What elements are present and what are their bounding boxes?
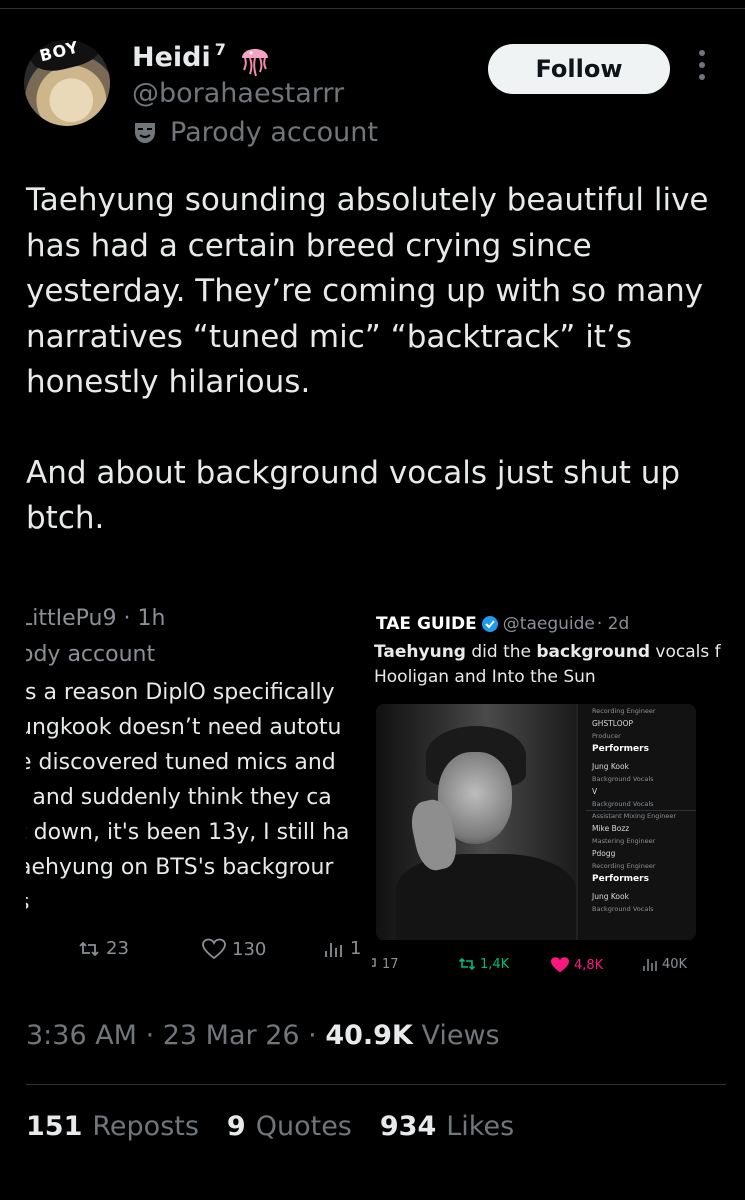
- quoted-reply-stat: 17: [372, 956, 399, 972]
- quoted-time: · 2d: [596, 614, 630, 634]
- credit-name: V: [592, 787, 598, 796]
- tweet-paragraph-1: Taehyung sounding absolutely beautiful l…: [26, 182, 709, 400]
- reply-icon: [372, 958, 376, 967]
- quoted-retweet-count: 1,4K: [480, 956, 510, 972]
- credit-head: Performers: [592, 744, 649, 754]
- embedded-line: ; and suddenly think they ca: [26, 785, 332, 810]
- embedded-retweet-count: 23: [106, 938, 129, 959]
- quoted-text-bold-2: background: [536, 642, 651, 662]
- avatar[interactable]: BOY: [24, 40, 110, 126]
- credit-role: Assistant Mixing Engineer: [592, 812, 677, 820]
- timestamp-time: 3:36 AM: [26, 1020, 137, 1051]
- embedded-retweet-stat: 23: [78, 938, 129, 959]
- reposts-count[interactable]: 151 Reposts: [26, 1111, 199, 1142]
- quoted-handle: @taeguide: [502, 614, 595, 634]
- quoted-retweet-stat: 1,4K: [458, 956, 509, 972]
- views-count: 40.9K: [325, 1020, 413, 1051]
- parody-label-text: Parody account: [170, 117, 378, 148]
- credit-name: GHSTLOOP: [592, 719, 634, 728]
- engagement-counts: 151 Reposts 9 Quotes 934 Likes: [26, 1111, 542, 1142]
- credit-role: Mastering Engineer: [592, 837, 656, 845]
- quoted-like-stat: 4,8K: [550, 956, 603, 974]
- display-name-suffix: 7: [214, 40, 226, 59]
- verified-badge-icon: [481, 616, 498, 632]
- quoted-text-part: vocals f: [650, 642, 721, 662]
- quoted-views-stat: 40K: [642, 956, 687, 972]
- credit-role: Background Vocals: [592, 775, 654, 783]
- retweet-icon: [79, 941, 99, 956]
- quoted-text-bold-1: Taehyung: [374, 642, 466, 662]
- credit-role: Recording Engineer: [592, 707, 656, 715]
- credit-role: Background Vocals: [592, 905, 654, 913]
- embedded-views-stat: 1: [324, 938, 361, 959]
- likes-number: 934: [379, 1111, 437, 1142]
- user-handle[interactable]: @borahaestarrr: [132, 78, 344, 109]
- credit-name: Mike Bozz: [592, 824, 630, 833]
- embedded-line: ’s a reason DiplO specifically: [26, 680, 335, 705]
- credit-name: Jung Kook: [592, 892, 629, 901]
- tweet-paragraph-2: And about background vocals just shut up…: [26, 454, 681, 537]
- embedded-header: LittIePu9 · 1h: [26, 606, 166, 631]
- views-icon: [325, 942, 342, 957]
- credit-name: Pdogg: [592, 849, 616, 858]
- credit-role: Recording Engineer: [592, 862, 656, 870]
- more-options-icon[interactable]: [690, 50, 714, 90]
- parody-label: Parody account: [132, 117, 378, 148]
- quoted-header: TAE GUIDE @taeguide · 2d: [376, 614, 629, 634]
- display-name[interactable]: Heidi 7: [132, 40, 226, 73]
- credits-panel: Recording Engineer GHSTLOOP Producer Perfor…: [578, 704, 696, 940]
- media-image-left[interactable]: LittIePu9 · 1h ody account ’s a reason D…: [26, 594, 372, 996]
- quoted-like-count: 4,8K: [574, 957, 604, 973]
- tweet-timestamp[interactable]: 3:36 AM · 23 Mar 26 · 40.9K Views: [26, 1020, 500, 1051]
- embedded-like-stat: 130: [202, 938, 266, 960]
- likes-label: Likes: [446, 1111, 515, 1142]
- likes-count[interactable]: 934 Likes: [380, 1111, 514, 1142]
- follow-button[interactable]: Follow: [488, 44, 670, 94]
- credit-role: Background Vocals: [592, 800, 654, 808]
- jellyfish-icon: [242, 49, 268, 77]
- stats-divider: [26, 1084, 726, 1085]
- quotes-count[interactable]: 9 Quotes: [227, 1111, 352, 1142]
- views-icon: [643, 959, 657, 971]
- credits-divider: [586, 810, 696, 811]
- heart-icon: [202, 938, 226, 960]
- heart-filled-icon: [551, 957, 569, 973]
- credit-name: Jung Kook: [592, 762, 629, 771]
- embedded-views-count: 1: [350, 938, 362, 959]
- quoted-text-part: did the: [465, 642, 537, 662]
- theater-mask-icon: [135, 122, 155, 143]
- reposts-label: Reposts: [92, 1111, 199, 1142]
- embedded-line: s: [26, 890, 29, 915]
- credit-role: Producer: [592, 732, 621, 740]
- embedded-line: t down, it's been 13y, I still ha: [26, 820, 350, 845]
- tweet-text: Taehyung sounding absolutely beautiful l…: [26, 178, 726, 542]
- top-divider: [0, 8, 745, 9]
- quoted-text-line-2: Hooligan and Into the Sun: [374, 667, 596, 687]
- retweet-icon: [458, 957, 476, 971]
- tweet-media[interactable]: LittIePu9 · 1h ody account ’s a reason D…: [26, 594, 726, 996]
- reposts-number: 151: [26, 1111, 83, 1142]
- portrait-image: [376, 704, 576, 940]
- avatar-cap: BOY: [27, 40, 107, 77]
- embedded-line: aehyung on BTS's backgrour: [26, 855, 334, 880]
- timestamp-date: 23 Mar 26: [162, 1020, 300, 1051]
- views-label: Views: [421, 1020, 500, 1051]
- quoted-name: TAE GUIDE: [376, 614, 477, 634]
- quotes-label: Quotes: [255, 1111, 352, 1142]
- avatar-cap-text: BOY: [37, 40, 81, 66]
- embedded-like-count: 130: [232, 938, 267, 960]
- embedded-subheader: ody account: [26, 642, 156, 667]
- quoted-reply-count: 17: [382, 956, 399, 972]
- display-name-text: Heidi: [132, 42, 211, 73]
- media-image-right[interactable]: TAE GUIDE @taeguide · 2d Taehyung did th…: [372, 594, 726, 996]
- quoted-text: Taehyung did the background vocals f Hoo…: [374, 640, 721, 690]
- quotes-number: 9: [226, 1111, 246, 1142]
- embedded-line: ungkook doesn’t need autotu: [26, 715, 342, 740]
- quoted-views-count: 40K: [662, 956, 688, 972]
- quoted-photo[interactable]: Recording Engineer GHSTLOOP Producer Perfor…: [376, 704, 696, 940]
- credit-head: Performers: [592, 874, 649, 884]
- embedded-line: e discovered tuned mics and: [26, 750, 336, 775]
